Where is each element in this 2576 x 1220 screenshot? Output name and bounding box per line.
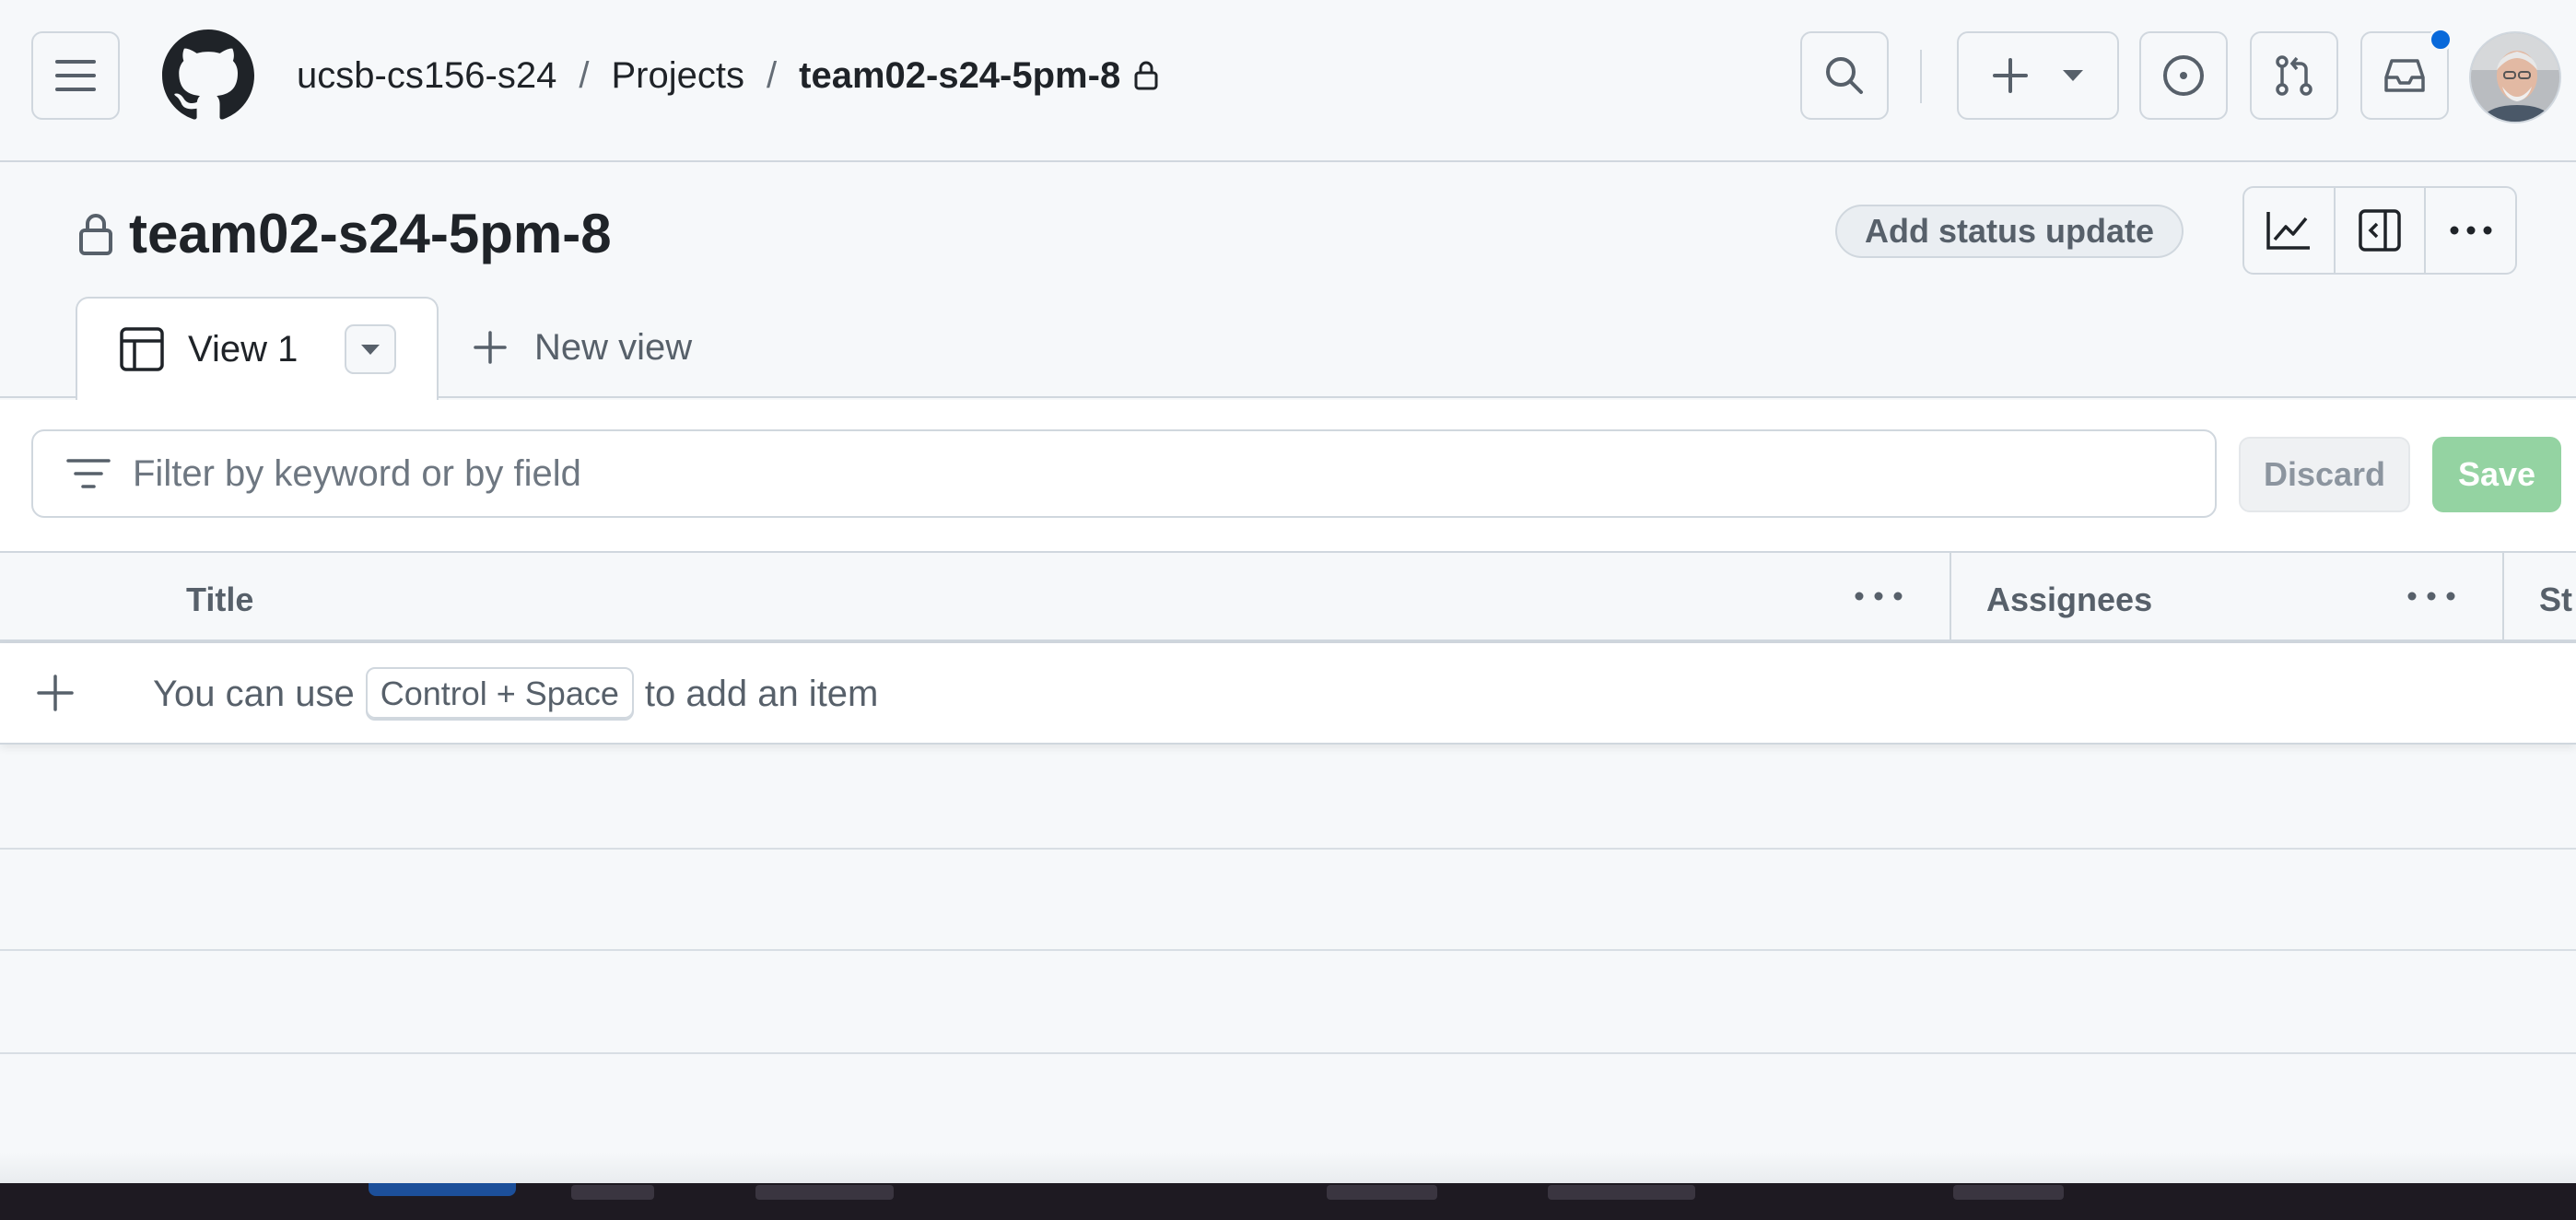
triangle-down-icon [2063, 70, 2083, 81]
background-window-strip [0, 1183, 2576, 1220]
background-window-fragment [1327, 1185, 1437, 1200]
filter-icon [66, 459, 111, 488]
discard-button[interactable]: Discard [2239, 437, 2410, 512]
kebab-horizontal-icon [2450, 226, 2492, 235]
kebab-horizontal-icon [2407, 592, 2455, 601]
background-window-fragment [571, 1185, 654, 1200]
filter-placeholder: Filter by keyword or by field [133, 452, 581, 494]
assignees-column-menu-button[interactable] [2399, 573, 2464, 619]
inbox-icon [2384, 59, 2425, 92]
sidebar-expand-icon [2359, 209, 2401, 252]
table-header: Title Assignees St [0, 551, 2576, 643]
new-view-button[interactable]: New view [474, 317, 692, 378]
background-window-fragment [1953, 1185, 2064, 1200]
avatar[interactable] [2469, 31, 2561, 123]
graph-icon [2266, 212, 2311, 250]
empty-row-divider [0, 848, 2576, 850]
issues-button[interactable] [2139, 31, 2228, 120]
issue-icon [2163, 55, 2204, 96]
view-options-dropdown[interactable] [345, 324, 396, 374]
breadcrumb-separator: / [579, 54, 590, 96]
empty-row-divider [0, 949, 2576, 951]
tab-label: View 1 [188, 328, 299, 370]
notification-indicator [2429, 28, 2453, 52]
background-window-fragment [755, 1185, 894, 1200]
pull-requests-button[interactable] [2250, 31, 2338, 120]
project-more-options-button[interactable] [2424, 188, 2515, 273]
pull-request-icon [2276, 55, 2313, 96]
add-item-hint-suffix: to add an item [644, 673, 879, 714]
plus-icon [1993, 58, 2028, 93]
search-button[interactable] [1800, 31, 1889, 120]
view-tabs: View 1 New view [0, 297, 2576, 400]
add-item-hint: You can use Control + Space to add an it… [153, 667, 878, 721]
title-column-menu-button[interactable] [1846, 573, 1911, 619]
search-icon [1826, 57, 1863, 94]
add-item-hint-prefix: You can use [153, 673, 355, 714]
project-actions-group [2242, 186, 2517, 275]
empty-row-divider [0, 1052, 2576, 1054]
table-icon [120, 327, 164, 371]
column-header-assignees[interactable]: Assignees [1986, 581, 2152, 619]
column-resize-handle[interactable] [2502, 553, 2504, 641]
plus-icon [474, 331, 507, 364]
insights-button[interactable] [2244, 188, 2334, 273]
background-window-accent [369, 1183, 516, 1196]
header-divider [1920, 50, 1922, 103]
page-title: team02-s24-5pm-8 [129, 203, 612, 264]
breadcrumb-separator: / [767, 54, 778, 96]
lock-icon [1134, 61, 1158, 90]
menu-button[interactable] [31, 31, 120, 120]
keyboard-shortcut: Control + Space [365, 667, 634, 721]
filter-input[interactable]: Filter by keyword or by field [31, 429, 2217, 518]
create-new-button[interactable] [1957, 31, 2119, 120]
breadcrumb: ucsb-cs156-s24 / Projects / team02-s24-5… [297, 46, 1159, 105]
filter-bar: Filter by keyword or by field Discard Sa… [0, 400, 2576, 551]
lock-icon [79, 214, 112, 255]
new-view-label: New view [534, 326, 693, 368]
user-avatar-image [2471, 33, 2559, 122]
background-window-fragment [1548, 1185, 1695, 1200]
kebab-horizontal-icon [1855, 592, 1903, 601]
breadcrumb-projects-link[interactable]: Projects [612, 55, 745, 97]
global-header: ucsb-cs156-s24 / Projects / team02-s24-5… [0, 0, 2576, 162]
add-status-update-button[interactable]: Add status update [1835, 205, 2184, 258]
toggle-sidebar-button[interactable] [2333, 188, 2425, 273]
column-header-status[interactable]: St [2539, 581, 2572, 619]
add-item-row[interactable]: You can use Control + Space to add an it… [0, 643, 2576, 745]
column-resize-handle[interactable] [1950, 553, 1951, 641]
github-logo-icon[interactable] [162, 29, 254, 122]
breadcrumb-project-link[interactable]: team02-s24-5pm-8 [799, 55, 1120, 97]
menu-icon [55, 60, 96, 91]
column-header-title[interactable]: Title [186, 581, 253, 619]
tab-view-1[interactable]: View 1 [76, 297, 439, 400]
breadcrumb-org-link[interactable]: ucsb-cs156-s24 [297, 55, 556, 97]
triangle-down-icon [361, 344, 380, 355]
window-bottom-edge [0, 1152, 2576, 1183]
save-button[interactable]: Save [2432, 437, 2561, 512]
plus-icon[interactable] [33, 671, 77, 715]
